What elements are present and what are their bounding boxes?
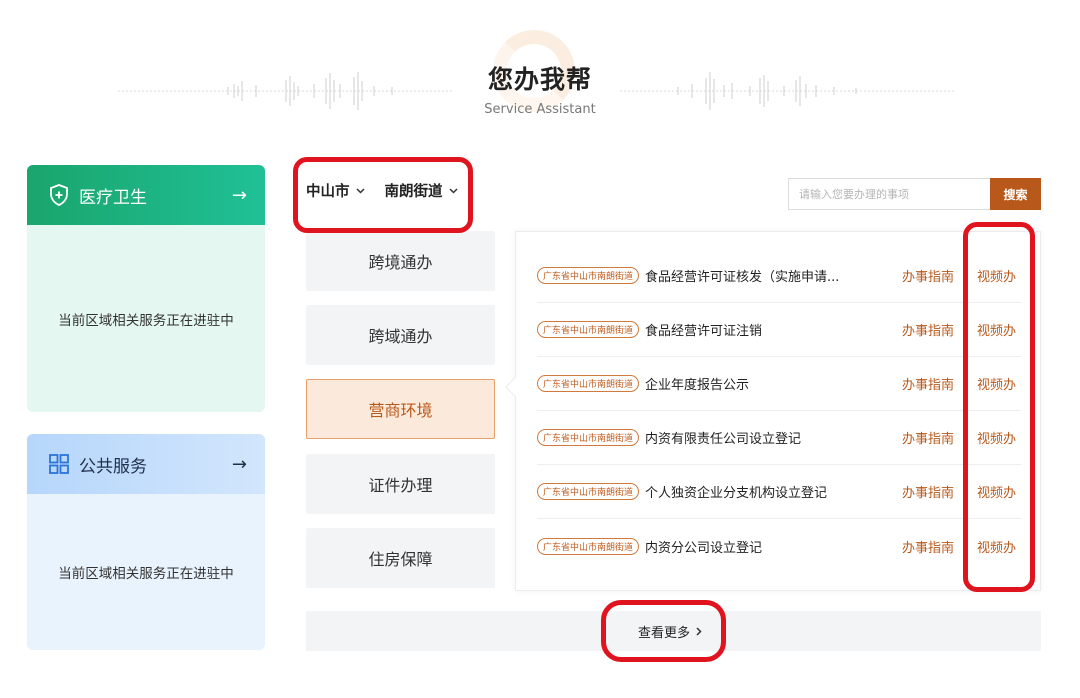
item-title[interactable]: 内资分公司设立登记 — [645, 537, 902, 556]
list-item[interactable]: 广东省中山市南朗街道 内资分公司设立登记 办事指南 视频办 — [537, 519, 1021, 573]
tab-certificates[interactable]: 证件办理 — [306, 454, 495, 514]
card-public-message: 当前区域相关服务正在进驻中 — [58, 566, 234, 582]
card-public-header[interactable]: 公共服务 → — [27, 434, 265, 494]
guide-link[interactable]: 办事指南 — [902, 482, 958, 501]
tab-housing[interactable]: 住房保障 — [306, 528, 495, 588]
list-item[interactable]: 广东省中山市南朗街道 食品经营许可证注销 办事指南 视频办 — [537, 303, 1021, 357]
page-title: 您办我帮 — [487, 65, 592, 94]
section-header: 您办我帮 Service Assistant — [0, 0, 1080, 150]
shield-plus-icon — [50, 184, 68, 206]
card-medical-header[interactable]: 医疗卫生 → — [27, 165, 265, 225]
highlight-box-location — [293, 157, 473, 233]
grid-icon — [49, 454, 69, 474]
region-tag: 广东省中山市南朗街道 — [537, 429, 640, 446]
card-public-label: 公共服务 — [79, 456, 147, 477]
highlight-box-video-column — [963, 222, 1035, 592]
region-tag: 广东省中山市南朗街道 — [537, 321, 640, 338]
search-input[interactable] — [788, 178, 990, 210]
page-subtitle: Service Assistant — [484, 102, 596, 117]
list-item[interactable]: 广东省中山市南朗街道 食品经营许可证核发（实施申请... 办事指南 视频办 — [537, 249, 1021, 303]
card-public-service[interactable]: 公共服务 → 当前区域相关服务正在进驻中 — [27, 434, 265, 650]
search-button[interactable]: 搜索 — [990, 178, 1041, 210]
search-bar: 搜索 — [788, 178, 1041, 210]
card-medical[interactable]: 医疗卫生 → 当前区域相关服务正在进驻中 — [27, 165, 265, 412]
region-tag: 广东省中山市南朗街道 — [537, 267, 640, 284]
tab-business-environment[interactable]: 营商环境 — [306, 379, 495, 439]
guide-link[interactable]: 办事指南 — [902, 428, 958, 447]
item-title[interactable]: 食品经营许可证核发（实施申请... — [645, 266, 902, 285]
list-item[interactable]: 广东省中山市南朗街道 内资有限责任公司设立登记 办事指南 视频办 — [537, 411, 1021, 465]
arrow-right-icon[interactable]: → — [232, 185, 247, 206]
guide-link[interactable]: 办事指南 — [902, 266, 958, 285]
highlight-box-view-more — [601, 600, 726, 662]
guide-link[interactable]: 办事指南 — [902, 320, 958, 339]
item-title[interactable]: 内资有限责任公司设立登记 — [645, 428, 902, 447]
region-tag: 广东省中山市南朗街道 — [537, 537, 640, 555]
list-item[interactable]: 广东省中山市南朗街道 个人独资企业分支机构设立登记 办事指南 视频办 — [537, 465, 1021, 519]
region-tag: 广东省中山市南朗街道 — [537, 483, 640, 500]
item-title[interactable]: 食品经营许可证注销 — [645, 320, 902, 339]
card-medical-label: 医疗卫生 — [79, 187, 147, 208]
tab-cross-border[interactable]: 跨境通办 — [306, 231, 495, 291]
region-tag: 广东省中山市南朗街道 — [537, 375, 640, 392]
item-title[interactable]: 个人独资企业分支机构设立登记 — [645, 482, 902, 501]
tab-cross-region[interactable]: 跨域通办 — [306, 305, 495, 365]
item-title[interactable]: 企业年度报告公示 — [645, 374, 902, 393]
guide-link[interactable]: 办事指南 — [902, 374, 958, 393]
guide-link[interactable]: 办事指南 — [902, 537, 958, 556]
list-item[interactable]: 广东省中山市南朗街道 企业年度报告公示 办事指南 视频办 — [537, 357, 1021, 411]
arrow-right-icon[interactable]: → — [232, 454, 247, 475]
card-medical-message: 当前区域相关服务正在进驻中 — [58, 312, 234, 329]
